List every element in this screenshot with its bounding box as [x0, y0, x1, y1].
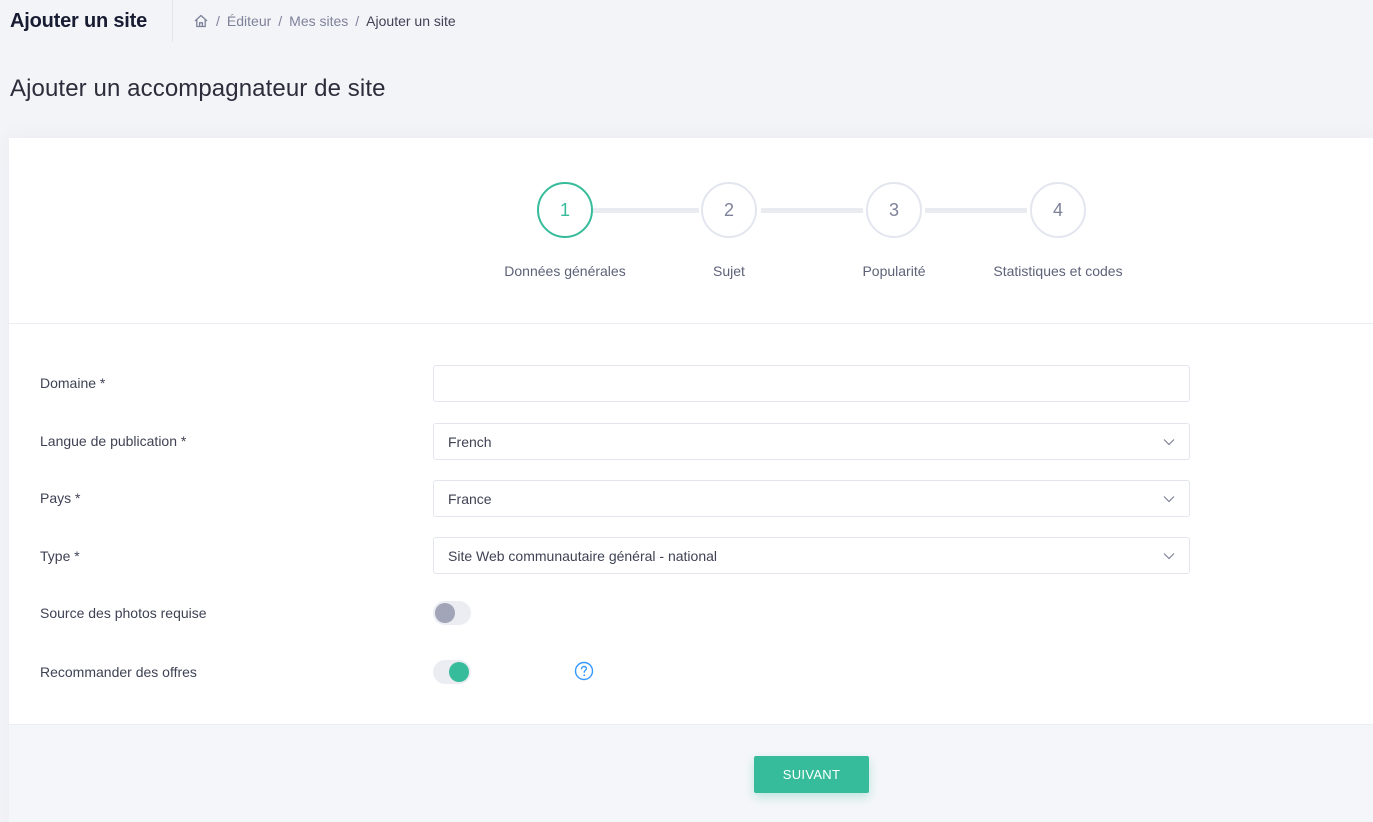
- step-4-label: Statistiques et codes: [993, 263, 1123, 279]
- breadcrumb-editeur[interactable]: Éditeur: [227, 13, 271, 29]
- breadcrumb-current: Ajouter un site: [366, 13, 456, 29]
- chevron-down-icon: [1163, 496, 1175, 503]
- country-value: France: [448, 490, 492, 507]
- app-title: Ajouter un site: [0, 0, 174, 42]
- country-label: Pays *: [40, 490, 81, 506]
- language-select[interactable]: French: [433, 423, 1190, 460]
- breadcrumb-mes-sites[interactable]: Mes sites: [289, 13, 348, 29]
- domain-label: Domaine *: [40, 375, 106, 391]
- chevron-down-icon: [1163, 553, 1175, 560]
- step-4-circle[interactable]: 4: [1030, 182, 1086, 238]
- type-select[interactable]: Site Web communautaire général - nationa…: [433, 537, 1190, 574]
- domain-input[interactable]: [433, 365, 1190, 402]
- type-value: Site Web communautaire général - nationa…: [448, 547, 718, 564]
- country-select[interactable]: France: [433, 480, 1190, 517]
- breadcrumb: / Éditeur / Mes sites / Ajouter un site: [193, 13, 456, 29]
- step-connector: [925, 208, 1027, 213]
- step-3-circle[interactable]: 3: [866, 182, 922, 238]
- step-connector: [761, 208, 863, 213]
- help-circle-icon[interactable]: [574, 661, 594, 681]
- type-label: Type *: [40, 548, 80, 564]
- step-connector: [593, 208, 699, 213]
- toggle-knob: [435, 603, 455, 623]
- breadcrumb-separator: /: [278, 13, 283, 29]
- breadcrumb-separator: /: [216, 13, 220, 29]
- recommend-offers-label: Recommander des offres: [40, 664, 197, 680]
- next-button[interactable]: SUIVANT: [754, 756, 869, 793]
- language-value: French: [448, 433, 492, 450]
- recommend-offers-toggle[interactable]: [433, 660, 471, 684]
- step-1-circle[interactable]: 1: [537, 182, 593, 238]
- form-footer: SUIVANT: [9, 724, 1373, 822]
- home-icon[interactable]: [193, 13, 209, 29]
- breadcrumb-separator: /: [355, 13, 360, 29]
- photo-source-toggle[interactable]: [433, 601, 471, 625]
- photo-source-label: Source des photos requise: [40, 605, 207, 621]
- step-2-circle[interactable]: 2: [701, 182, 757, 238]
- toggle-knob: [449, 662, 469, 682]
- wizard-card: 1 2 3 4 Données générales Sujet Populari…: [9, 138, 1373, 822]
- chevron-down-icon: [1163, 439, 1175, 446]
- language-label: Langue de publication *: [40, 433, 187, 449]
- page-title: Ajouter un accompagnateur de site: [10, 75, 386, 102]
- subheader: Ajouter un site / Éditeur / Mes sites / …: [0, 0, 1373, 42]
- stepper: 1 2 3 4 Données générales Sujet Populari…: [9, 138, 1373, 324]
